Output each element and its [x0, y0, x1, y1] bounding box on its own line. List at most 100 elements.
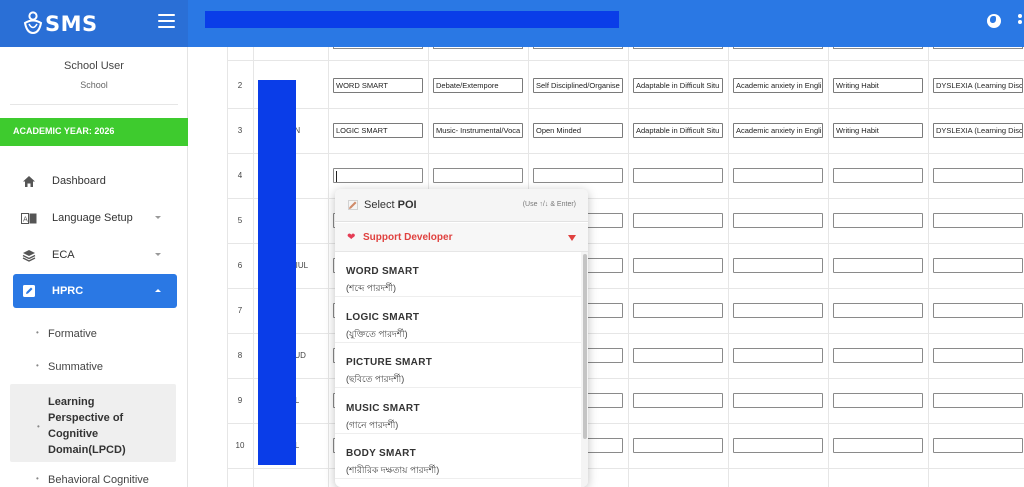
table-cell-input[interactable] — [633, 47, 723, 49]
edit-square-icon — [21, 284, 37, 298]
sidebar-item-language-setup[interactable]: A Language Setup — [13, 201, 177, 235]
sidebar-subitem-formative[interactable]: Formative — [36, 328, 97, 340]
table-cell-input[interactable]: Adaptable in Difficult Situ — [633, 78, 723, 93]
poi-dropdown[interactable]: Select POI (Use ↑/↓ & Enter) ❤ Support D… — [335, 189, 588, 487]
table-cell-input[interactable] — [533, 47, 623, 49]
table-cell-input[interactable]: Self Disciplined/Organise — [533, 78, 623, 93]
table-cell-input[interactable] — [333, 47, 423, 49]
table-cell-input[interactable] — [733, 168, 823, 183]
row-number: 10 — [235, 441, 245, 450]
table-cell-input[interactable] — [933, 438, 1023, 453]
option-label: LOGIC SMART — [346, 311, 420, 323]
divider — [10, 104, 178, 105]
table-cell-input[interactable] — [733, 258, 823, 273]
table-cell-input[interactable] — [833, 348, 923, 363]
home-icon — [21, 174, 37, 188]
language-icon: A — [21, 211, 37, 225]
svg-text:A: A — [23, 215, 28, 223]
table-cell-input[interactable] — [833, 47, 923, 49]
table-cell-input[interactable] — [933, 168, 1023, 183]
table-cell-input[interactable]: DYSLEXIA (Learning Diso — [933, 123, 1023, 138]
table-cell-input[interactable]: Writing Habit — [833, 123, 923, 138]
globe-icon[interactable] — [987, 14, 1001, 28]
brand[interactable]: SMS — [0, 0, 188, 47]
scrollbar-thumb[interactable] — [583, 254, 587, 439]
table-cell-input[interactable] — [633, 438, 723, 453]
heart-icon: ❤ — [347, 232, 356, 243]
table-cell-input[interactable] — [633, 168, 723, 183]
table-cell-input[interactable] — [633, 303, 723, 318]
table-cell-input[interactable]: Writing Habit — [833, 78, 923, 93]
support-developer-label: Support Developer — [363, 232, 453, 243]
table-cell-input[interactable]: DYSLEXIA (Learning Diso — [933, 78, 1023, 93]
option-translation: (গানে পারদর্শী) — [346, 419, 399, 430]
table-cell-input[interactable] — [733, 438, 823, 453]
table-cell-input[interactable]: LOGIC SMART — [333, 123, 423, 138]
more-options-icon[interactable] — [1018, 14, 1022, 30]
table-cell-input[interactable] — [333, 168, 423, 183]
table-cell-input[interactable] — [833, 213, 923, 228]
hamburger-menu-icon[interactable] — [158, 14, 175, 28]
sidebar-item-label: Dashboard — [52, 175, 106, 187]
row-number: 7 — [237, 306, 243, 315]
sidebar-item-hprc[interactable]: HPRC — [13, 274, 177, 308]
table-cell-input[interactable] — [433, 168, 523, 183]
table-cell-input[interactable] — [833, 168, 923, 183]
redacted-names — [258, 80, 296, 465]
table-cell-input[interactable] — [933, 348, 1023, 363]
chevron-up-icon — [155, 289, 161, 292]
table-cell-input[interactable] — [733, 348, 823, 363]
table-cell-input[interactable]: WORD SMART — [333, 78, 423, 93]
option-list: WORD SMART (শব্দে পারদর্শী) LOGIC SMART (যু… — [335, 252, 581, 487]
table-cell-input[interactable]: Academic anxiety in Engli — [733, 78, 823, 93]
dropdown-header: Select POI (Use ↑/↓ & Enter) — [335, 189, 588, 222]
dropdown-option[interactable]: BODY SMART (শারীরিক দক্ষতায় পারদর্শী) — [335, 434, 581, 479]
table-cell-input[interactable] — [833, 393, 923, 408]
pencil-icon — [348, 200, 358, 210]
row-number: 6 — [237, 261, 243, 270]
chevron-down-icon — [155, 216, 161, 219]
sidebar-subitem-behavioral-cognitive[interactable]: Behavioral Cognitive — [36, 474, 149, 486]
table-cell-input[interactable] — [633, 213, 723, 228]
table-cell-input[interactable] — [733, 47, 823, 49]
sidebar-item-dashboard[interactable]: Dashboard — [13, 164, 177, 198]
dropdown-option[interactable]: LOGIC SMART (যুক্তিতে পারদর্শী) — [335, 298, 581, 343]
main-content: 2MWORD SMARTDebate/ExtemporeSelf Discipl… — [189, 47, 1024, 487]
table-cell-input[interactable] — [933, 213, 1023, 228]
table-cell-input[interactable]: Music- Instrumental/Voca — [433, 123, 523, 138]
table-cell-input[interactable] — [933, 258, 1023, 273]
redacted-bar — [205, 11, 619, 28]
table-cell-input[interactable]: Debate/Extempore — [433, 78, 523, 93]
table-cell-input[interactable] — [633, 393, 723, 408]
table-cell-input[interactable]: Academic anxiety in Engli — [733, 123, 823, 138]
row-divider — [227, 153, 1024, 154]
support-developer-row[interactable]: ❤ Support Developer — [335, 223, 588, 252]
option-label: PICTURE SMART — [346, 357, 433, 368]
brand-name: SMS — [45, 12, 98, 36]
sidebar-item-eca[interactable]: ECA — [13, 238, 177, 272]
row-number: 2 — [237, 81, 243, 90]
sidebar-subitem-summative[interactable]: Summative — [36, 361, 103, 373]
dropdown-option[interactable]: WORD SMART (শব্দে পারদর্শী) — [335, 252, 581, 297]
table-cell-input[interactable] — [833, 438, 923, 453]
table-cell-input[interactable] — [933, 47, 1023, 49]
table-cell-input[interactable] — [533, 168, 623, 183]
table-cell-input[interactable] — [833, 258, 923, 273]
table-cell-input[interactable] — [933, 303, 1023, 318]
layers-icon — [21, 248, 37, 262]
dropdown-option[interactable]: PICTURE SMART (ছবিতে পারদর্শী) — [335, 343, 581, 388]
dropdown-option[interactable]: MUSIC SMART (গানে পারদর্শী) — [335, 389, 581, 434]
option-translation: (শব্দে পারদর্শী) — [346, 283, 397, 293]
table-cell-input[interactable]: Open Minded — [533, 123, 623, 138]
table-cell-input[interactable] — [633, 258, 723, 273]
table-cell-input[interactable] — [733, 303, 823, 318]
table-cell-input[interactable] — [733, 213, 823, 228]
table-cell-input[interactable]: Adaptable in Difficult Situ — [633, 123, 723, 138]
chevron-down-icon[interactable] — [568, 235, 576, 241]
table-cell-input[interactable] — [733, 393, 823, 408]
table-cell-input[interactable] — [933, 393, 1023, 408]
table-cell-input[interactable] — [433, 47, 523, 49]
table-cell-input[interactable] — [833, 303, 923, 318]
option-translation: (যুক্তিতে পারদর্শী) — [346, 328, 408, 339]
table-cell-input[interactable] — [633, 348, 723, 363]
